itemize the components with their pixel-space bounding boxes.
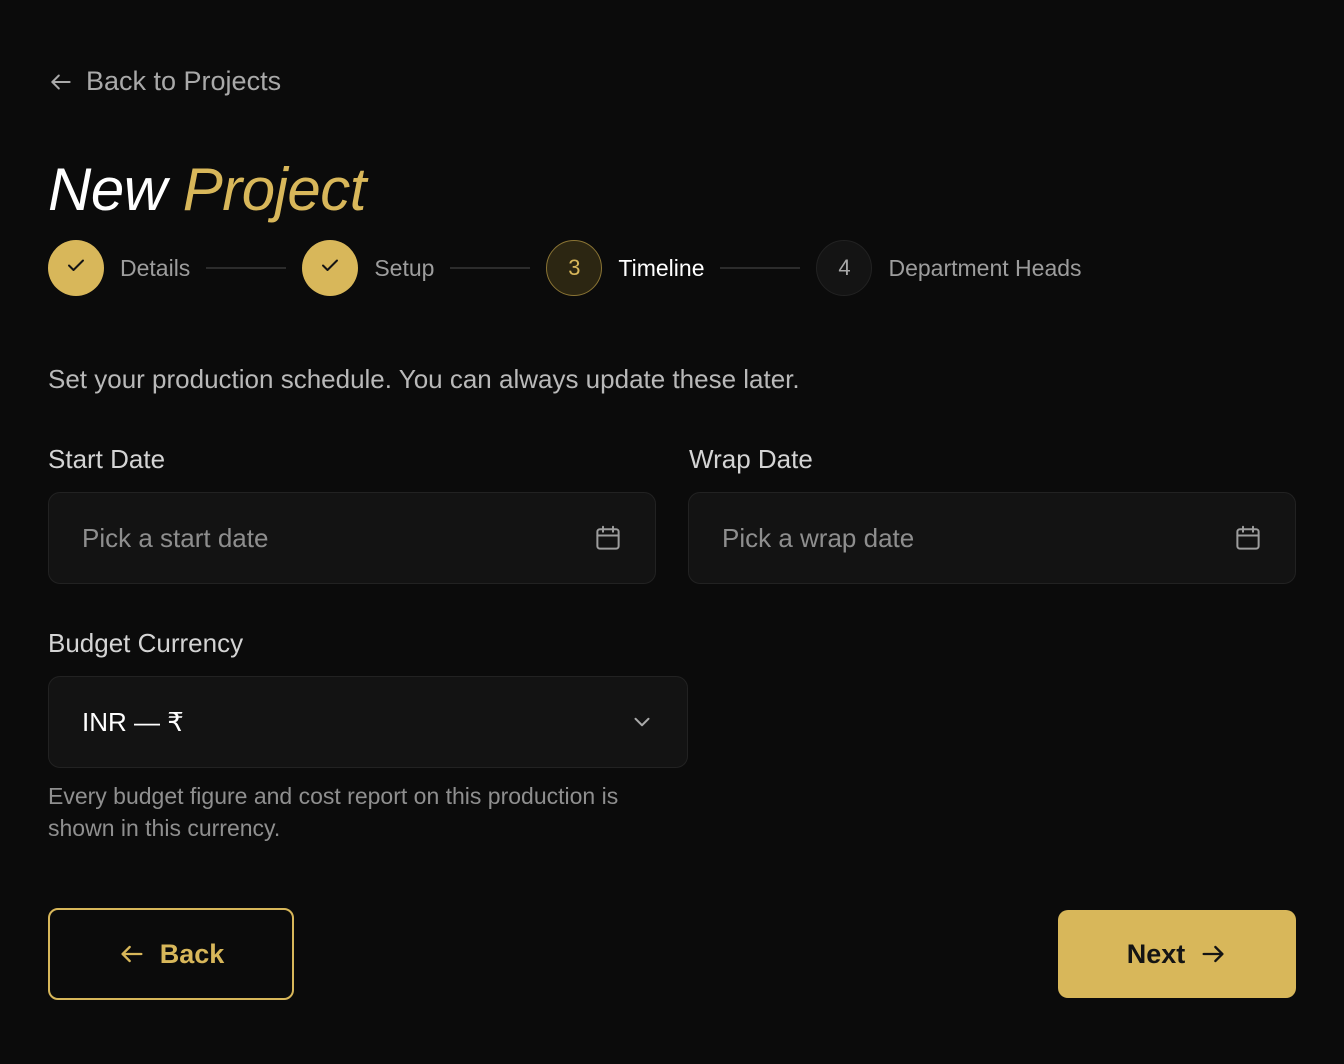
calendar-icon[interactable]: [593, 523, 623, 553]
step-details-label: Details: [120, 254, 191, 281]
budget-currency-value: INR — ₹: [82, 706, 184, 737]
wrap-date-label: Wrap Date: [689, 444, 813, 474]
next-button[interactable]: Next: [1058, 910, 1296, 998]
step-department-heads-label: Department Heads: [888, 254, 1082, 281]
budget-currency-label: Budget Currency: [48, 628, 244, 658]
arrow-left-icon: [48, 69, 74, 95]
step-setup-label: Setup: [374, 254, 435, 281]
step-timeline-circle: 3: [546, 240, 603, 296]
back-to-projects-link[interactable]: Back to Projects: [48, 66, 281, 97]
calendar-icon[interactable]: [1233, 523, 1263, 553]
chevron-down-icon: [629, 709, 655, 735]
back-button-label: Back: [159, 938, 225, 969]
step-timeline-label: Timeline: [618, 254, 705, 281]
checkmark-icon: [318, 253, 342, 283]
arrow-left-icon: [118, 940, 146, 968]
budget-currency-helper: Every budget figure and cost report on t…: [48, 783, 619, 841]
step-connector: [206, 267, 287, 269]
title-word-project: Project: [182, 156, 367, 223]
wrap-date-placeholder: Pick a wrap date: [722, 522, 915, 553]
step-details[interactable]: Details: [48, 240, 190, 296]
step-department-heads-circle: 4: [816, 240, 873, 296]
step-setup-circle: [302, 240, 359, 296]
intro-text: Set your production schedule. You can al…: [48, 364, 800, 394]
step-connector: [720, 267, 801, 269]
back-button[interactable]: Back: [48, 908, 294, 1000]
new-project-page: Back to Projects New Project Details Set…: [0, 0, 1344, 1064]
next-button-label: Next: [1126, 938, 1186, 969]
step-setup[interactable]: Setup: [302, 240, 434, 296]
start-date-label: Start Date: [48, 444, 166, 474]
step-department-heads[interactable]: 4 Department Heads: [816, 240, 1082, 296]
step-details-circle: [48, 240, 104, 296]
wrap-date-input[interactable]: Pick a wrap date: [688, 492, 1296, 584]
start-date-input[interactable]: Pick a start date: [48, 492, 656, 584]
title-word-new: New: [48, 156, 167, 223]
checkmark-icon: [64, 253, 88, 283]
progress-stepper: Details Setup 3 Timeline 4 Department He…: [48, 240, 1082, 296]
step-timeline[interactable]: 3 Timeline: [546, 240, 704, 296]
start-date-placeholder: Pick a start date: [82, 522, 269, 553]
arrow-right-icon: [1199, 940, 1227, 968]
back-to-projects-label: Back to Projects: [86, 66, 282, 96]
page-title: New Project: [48, 152, 366, 228]
step-connector: [450, 267, 531, 269]
budget-currency-select[interactable]: INR — ₹: [48, 676, 688, 768]
